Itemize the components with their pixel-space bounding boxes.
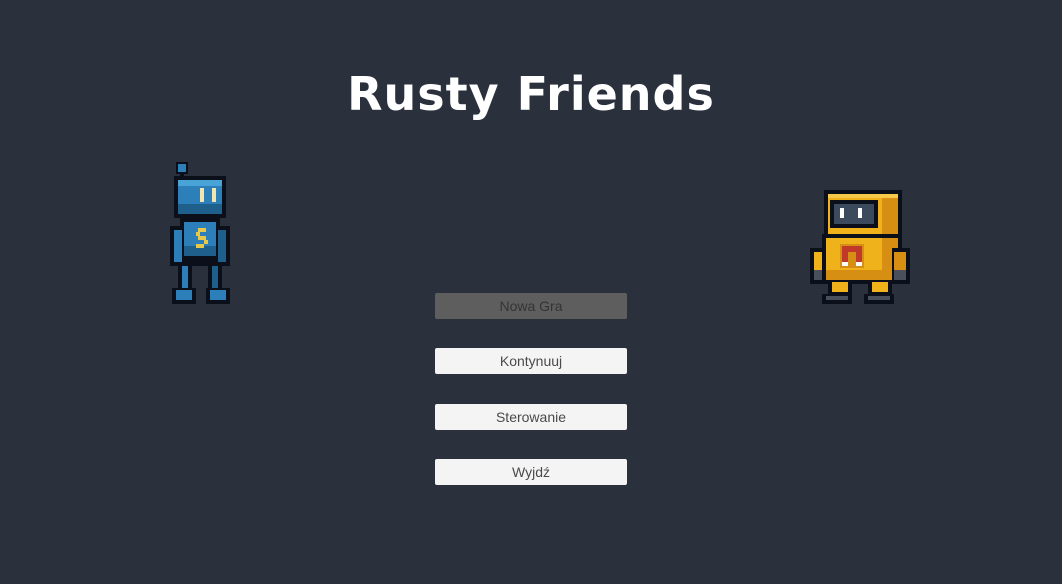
exit-button[interactable]: Wyjdź [435, 459, 627, 485]
game-title: Rusty Friends [347, 67, 715, 121]
blue-robot-sprite [168, 160, 232, 306]
continue-button[interactable]: Kontynuuj [435, 348, 627, 374]
main-menu-screen: Rusty Friends Nowa Gra Kontynuuj Sterowa… [0, 0, 1062, 584]
controls-button[interactable]: Sterowanie [435, 404, 627, 430]
yellow-robot-sprite [808, 188, 912, 306]
new-game-button[interactable]: Nowa Gra [435, 293, 627, 319]
